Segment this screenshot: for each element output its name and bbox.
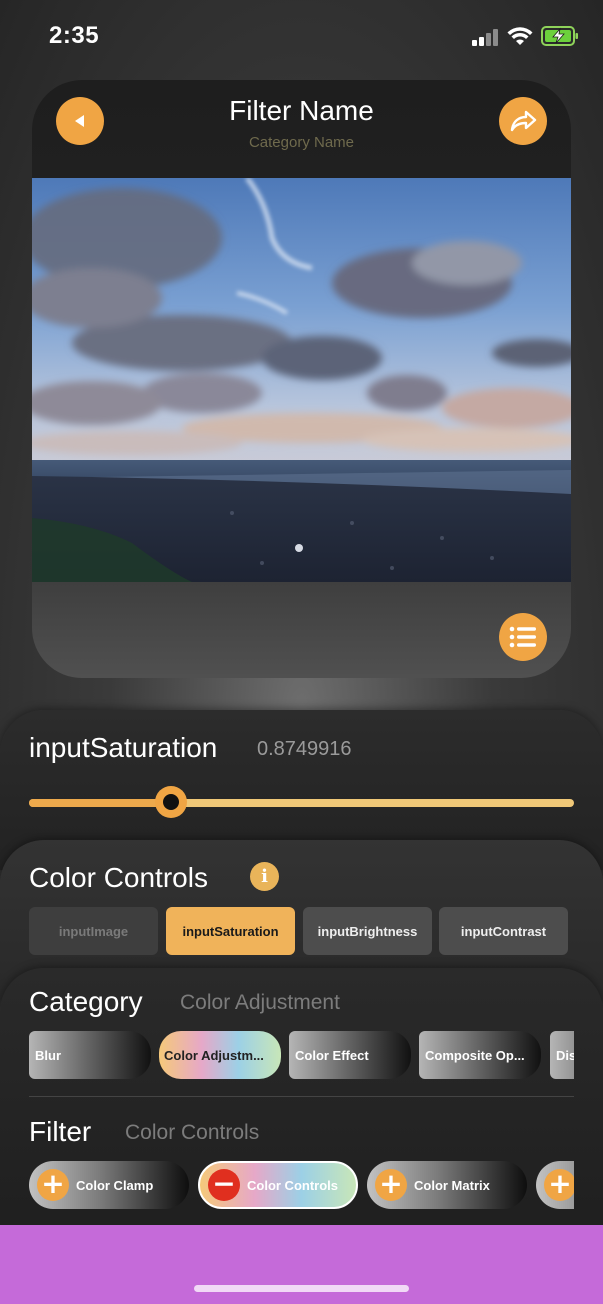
home-bar-area	[0, 1225, 603, 1304]
filter-name-title: Filter Name	[229, 95, 374, 126]
preview-card: Filter Name Category Name	[32, 80, 571, 678]
category-chip-blur[interactable]: Blur	[29, 1031, 151, 1079]
parameter-slider-fill	[29, 799, 171, 807]
parameter-name: inputSaturation	[29, 732, 218, 763]
add-icon[interactable]: +	[544, 1169, 574, 1201]
filter-chip-label: Color Matrix	[414, 1177, 490, 1193]
filter-chip-label: Color Controls	[247, 1177, 338, 1193]
parameter-value: 0.8749916	[257, 738, 352, 760]
filtered-image-preview[interactable]	[32, 178, 571, 582]
filter-chip-color-controls[interactable]: − Color Controls	[198, 1161, 358, 1209]
home-indicator[interactable]	[194, 1285, 409, 1292]
selected-category: Color Adjustment	[180, 991, 340, 1014]
category-chip-color-effect[interactable]: Color Effect	[289, 1031, 411, 1079]
category-filter-panel: Category Color Adjustment Blur Color Adj…	[0, 968, 603, 1238]
share-arrow-icon	[510, 110, 537, 132]
input-chip-inputContrast[interactable]: inputContrast	[439, 907, 568, 955]
filter-chip-label: Color Clamp	[76, 1177, 154, 1193]
remove-icon[interactable]: −	[208, 1169, 240, 1201]
input-chip-inputSaturation[interactable]: inputSaturation	[166, 907, 295, 955]
category-chip-distortion[interactable]: Dis	[550, 1031, 574, 1079]
category-title: Category	[29, 986, 143, 1017]
filter-chips: + Color Clamp − Color Controls + Color M…	[29, 1161, 574, 1209]
info-icon[interactable]: i	[250, 862, 279, 891]
filter-chip-color-clamp[interactable]: + Color Clamp	[29, 1161, 189, 1209]
filter-chip-next[interactable]: +	[536, 1161, 574, 1209]
filter-title: Color Controls	[29, 862, 208, 893]
section-divider	[29, 1096, 574, 1097]
seascape-photo	[32, 178, 571, 582]
parameter-slider-track[interactable]	[29, 799, 574, 807]
cellular-signal-icon	[472, 28, 500, 46]
parameter-slider-thumb[interactable]	[154, 786, 187, 818]
list-icon	[509, 626, 536, 648]
status-time: 2:35	[49, 22, 100, 49]
input-chip-inputBrightness[interactable]: inputBrightness	[303, 907, 432, 955]
status-bar: 2:35	[0, 0, 603, 70]
filter-section-title: Filter	[29, 1116, 92, 1147]
add-icon[interactable]: +	[37, 1169, 69, 1201]
add-icon[interactable]: +	[375, 1169, 407, 1201]
category-chips: Blur Color Adjustm... Color Effect Compo…	[29, 1031, 574, 1079]
battery-charging-icon	[541, 26, 578, 46]
filter-list-button[interactable]	[499, 613, 547, 661]
filter-chip-color-matrix[interactable]: + Color Matrix	[367, 1161, 527, 1209]
input-chip-inputImage[interactable]: inputImage	[29, 907, 158, 955]
category-chip-color-adjustment[interactable]: Color Adjustm...	[159, 1031, 281, 1079]
share-button[interactable]	[499, 97, 547, 145]
wifi-icon	[507, 27, 533, 45]
category-chip-composite[interactable]: Composite Op...	[419, 1031, 541, 1079]
category-name-subtitle: Category Name	[248, 134, 355, 151]
selected-filter: Color Controls	[125, 1121, 260, 1144]
